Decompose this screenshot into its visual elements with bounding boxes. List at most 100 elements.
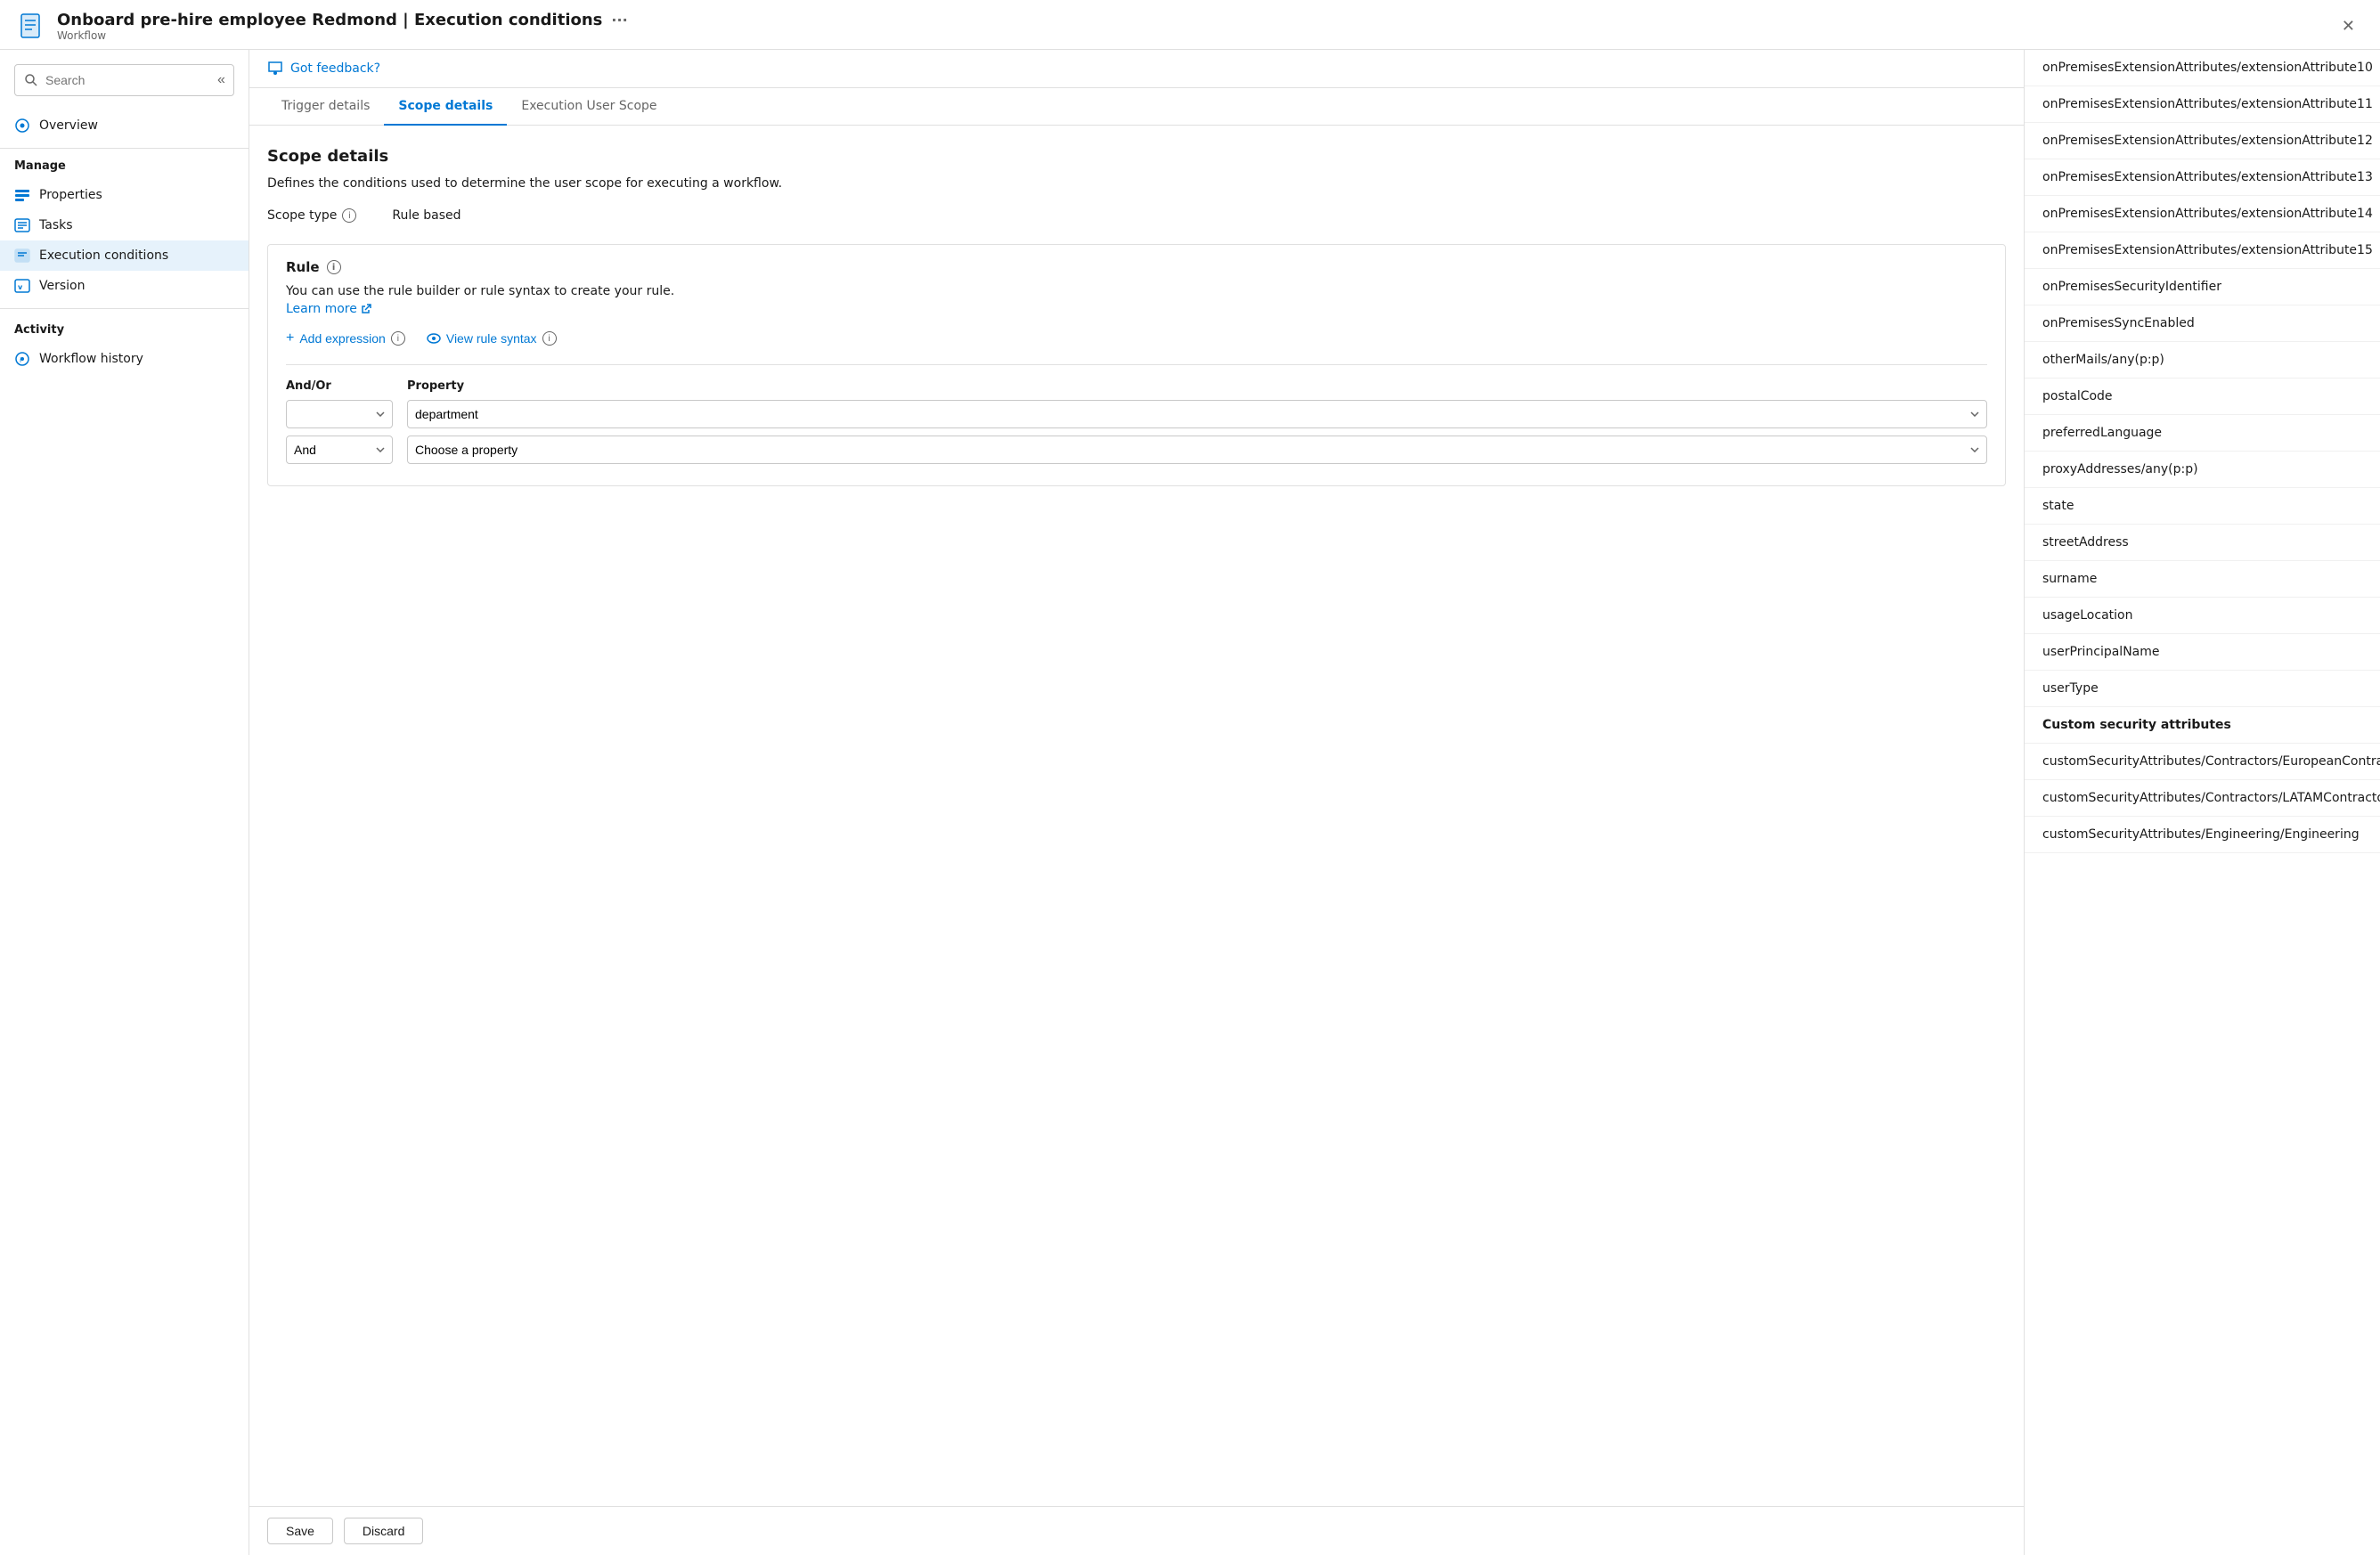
header-titles: Onboard pre-hire employee Redmond | Exec…	[57, 11, 628, 42]
dropdown-list-item[interactable]: customSecurityAttributes/Contractors/Eur…	[2025, 744, 2380, 780]
dropdown-list-item[interactable]: customSecurityAttributes/Contractors/LAT…	[2025, 780, 2380, 817]
rule-info-icon[interactable]: i	[327, 260, 341, 274]
sidebar-divider	[0, 148, 249, 149]
property-select-2[interactable]: Choose a property department	[407, 436, 1987, 464]
activity-divider	[0, 308, 249, 309]
rule-actions: + Add expression i View rule syntax i	[286, 330, 1987, 346]
feedback-label[interactable]: Got feedback?	[290, 61, 380, 76]
eye-icon	[427, 333, 441, 344]
rule-description: You can use the rule builder or rule syn…	[286, 284, 1987, 298]
main-layout: « Overview Manage Properties	[0, 50, 2380, 1555]
header-main-title: Onboard pre-hire employee Redmond | Exec…	[57, 11, 628, 29]
dropdown-list-item[interactable]: streetAddress	[2025, 525, 2380, 561]
feedback-icon	[267, 61, 283, 77]
close-button[interactable]: ✕	[2335, 13, 2362, 39]
andor-select-2[interactable]: And Or	[286, 436, 393, 464]
overview-icon	[14, 118, 30, 134]
dropdown-list-item[interactable]: onPremisesSecurity​Identifier	[2025, 269, 2380, 305]
search-box: «	[14, 64, 234, 96]
sidebar-item-label: Version	[39, 279, 85, 293]
sidebar-item-properties[interactable]: Properties	[0, 180, 249, 210]
dropdown-list-item[interactable]: proxyAddresses/any(p:p)	[2025, 452, 2380, 488]
page-title: Onboard pre-hire employee Redmond | Exec…	[57, 11, 602, 29]
dropdown-list-item[interactable]: otherMails/any(p:p)	[2025, 342, 2380, 379]
sidebar-item-label: Properties	[39, 188, 102, 202]
rule-header: Rule i	[286, 259, 1987, 275]
add-expression-info-icon[interactable]: i	[391, 331, 405, 346]
dropdown-list-item[interactable]: onPremisesExtensionAttributes/extensionA…	[2025, 196, 2380, 232]
sidebar-item-version[interactable]: v Version	[0, 271, 249, 301]
svg-text:v: v	[18, 283, 23, 291]
rule-row-2: And Or Choose a property department	[286, 436, 1987, 464]
dropdown-list-item[interactable]: onPremisesExtensionAttributes/extensionA…	[2025, 159, 2380, 196]
version-icon: v	[14, 278, 30, 294]
sidebar-item-tasks[interactable]: Tasks	[0, 210, 249, 240]
dropdown-panel: onPremisesExtensionAttributes/extensionA…	[2024, 50, 2380, 1555]
app-header: Onboard pre-hire employee Redmond | Exec…	[0, 0, 2380, 50]
bottom-bar: Save Discard	[249, 1506, 2024, 1555]
properties-icon	[14, 187, 30, 203]
property-select-1[interactable]: department	[407, 400, 1987, 428]
feedback-bar: Got feedback?	[249, 50, 2024, 88]
sidebar-item-execution-conditions[interactable]: Execution conditions	[0, 240, 249, 271]
sidebar: « Overview Manage Properties	[0, 50, 249, 1555]
header-dots[interactable]: ···	[611, 12, 627, 28]
dropdown-section-header: Custom security attributes	[2025, 707, 2380, 744]
dropdown-list-item[interactable]: onPremisesExtensionAttributes/extensionA…	[2025, 123, 2380, 159]
dropdown-list-item[interactable]: onPremisesExtensionAttributes/extensionA…	[2025, 232, 2380, 269]
learn-more-link[interactable]: Learn more	[286, 302, 371, 316]
dropdown-list-item[interactable]: state	[2025, 488, 2380, 525]
scope-type-info-icon[interactable]: i	[342, 208, 356, 223]
discard-button[interactable]: Discard	[344, 1518, 423, 1544]
andor-select-1[interactable]: And Or	[286, 400, 393, 428]
document-icon	[18, 12, 46, 41]
header-subtitle: Workflow	[57, 29, 628, 42]
add-expression-button[interactable]: + Add expression i	[286, 330, 405, 346]
external-link-icon	[361, 304, 371, 314]
dropdown-list-item[interactable]: onPremisesExtensionAttributes/extensionA…	[2025, 50, 2380, 86]
manage-section-label: Manage	[0, 156, 249, 180]
dropdown-list-item[interactable]: userPrincipalName	[2025, 634, 2380, 671]
search-input[interactable]	[45, 73, 207, 87]
panel-content: Scope details Defines the conditions use…	[249, 126, 2024, 1506]
tabs-row: Trigger details Scope details Execution …	[249, 88, 2024, 126]
sidebar-item-workflow-history[interactable]: i Workflow history	[0, 344, 249, 374]
view-syntax-info-icon[interactable]: i	[542, 331, 557, 346]
andor-column-header: And/Or	[286, 379, 393, 393]
tab-execution-user-scope[interactable]: Execution User Scope	[507, 88, 671, 126]
scope-type-value: Rule based	[392, 208, 461, 223]
dropdown-list-item[interactable]: preferredLanguage	[2025, 415, 2380, 452]
scope-details-description: Defines the conditions used to determine…	[267, 176, 2006, 191]
dropdown-list-item[interactable]: userType	[2025, 671, 2380, 707]
dropdown-list-item[interactable]: surname	[2025, 561, 2380, 598]
dropdown-list-item[interactable]: usageLocation	[2025, 598, 2380, 634]
scope-type-label: Scope type i	[267, 208, 356, 223]
rule-table-header: And/Or Property	[286, 379, 1987, 393]
sidebar-item-label: Workflow history	[39, 352, 143, 366]
tab-trigger-details[interactable]: Trigger details	[267, 88, 384, 126]
sidebar-item-label: Tasks	[39, 218, 73, 232]
dropdown-list-item[interactable]: postalCode	[2025, 379, 2380, 415]
search-icon	[24, 73, 38, 87]
main-panel: Got feedback? Trigger details Scope deta…	[249, 50, 2024, 1555]
sidebar-item-label: Overview	[39, 118, 98, 133]
content-area: Got feedback? Trigger details Scope deta…	[249, 50, 2380, 1555]
header-left: Onboard pre-hire employee Redmond | Exec…	[18, 11, 628, 42]
view-rule-syntax-button[interactable]: View rule syntax i	[427, 331, 557, 346]
dropdown-list-item[interactable]: onPremisesSyncEnabled	[2025, 305, 2380, 342]
history-icon: i	[14, 351, 30, 367]
save-button[interactable]: Save	[267, 1518, 333, 1544]
dropdown-list-item[interactable]: customSecurityAttributes/Engineering/Eng…	[2025, 817, 2380, 853]
sidebar-item-overview[interactable]: Overview	[0, 110, 249, 141]
svg-text:i: i	[20, 357, 21, 364]
sidebar-item-label: Execution conditions	[39, 248, 168, 263]
property-column-header: Property	[407, 379, 1987, 393]
collapse-sidebar-button[interactable]: «	[214, 70, 229, 90]
rule-divider	[286, 364, 1987, 365]
execution-conditions-icon	[14, 248, 30, 264]
dropdown-list-item[interactable]: onPremisesExtensionAttributes/extensionA…	[2025, 86, 2380, 123]
scope-type-row: Scope type i Rule based	[267, 208, 2006, 223]
tasks-icon	[14, 217, 30, 233]
tab-scope-details[interactable]: Scope details	[384, 88, 507, 126]
rule-section: Rule i You can use the rule builder or r…	[267, 244, 2006, 486]
